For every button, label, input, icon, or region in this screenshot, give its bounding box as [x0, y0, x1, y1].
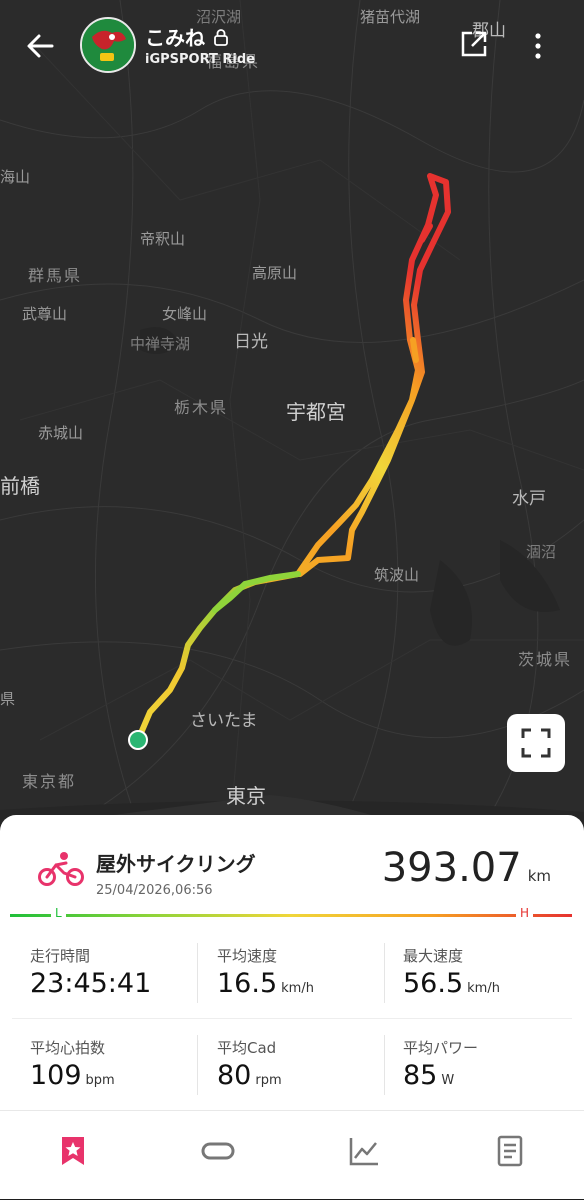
divider: [384, 1035, 385, 1095]
divider: [384, 943, 385, 1003]
stat-avg-cadence: 平均Cad 80 rpm: [217, 1037, 282, 1091]
stat-value: 56.5 km/h: [403, 968, 500, 999]
activity-title: 屋外サイクリング: [96, 852, 256, 876]
place-label: 武尊山: [22, 305, 68, 323]
place-label: 東京都: [22, 772, 77, 791]
divider: [197, 943, 198, 1003]
top-bar: こみね iGPSPORT Ride: [0, 0, 584, 100]
place-label: 海山: [0, 168, 31, 186]
place-label: 高原山: [252, 264, 298, 282]
place-label: 水戸: [512, 489, 546, 509]
share-icon[interactable]: [458, 28, 490, 60]
user-name-row: こみね: [145, 22, 229, 51]
stat-value: 80 rpm: [217, 1060, 282, 1091]
chart-icon[interactable]: [346, 1133, 382, 1169]
activity-summary-sheet: 屋外サイクリング 25/04/2026,06:56 393.07 km L H …: [0, 815, 584, 1199]
place-label: さいたま: [190, 711, 258, 731]
place-label: 県: [0, 690, 16, 708]
legend-gradient-bar: [10, 914, 572, 917]
place-label: 栃木県: [174, 398, 229, 417]
route-icon[interactable]: [200, 1133, 236, 1169]
place-label: 筑波山: [374, 566, 420, 584]
stat-label: 平均パワー: [403, 1039, 479, 1057]
user-subtitle: iGPSPORT Ride: [145, 52, 256, 67]
distance-value: 393.07: [381, 845, 522, 891]
star-badge-icon[interactable]: [55, 1133, 91, 1169]
activity-date: 25/04/2026,06:56: [96, 883, 213, 898]
legend-high-label: H: [516, 906, 534, 920]
stat-label: 平均Cad: [217, 1039, 277, 1057]
lock-icon: [214, 28, 228, 46]
stat-avg-heart-rate: 平均心拍数 109 bpm: [30, 1037, 115, 1091]
place-label: 帝釈山: [140, 230, 186, 248]
bottom-nav: [0, 1110, 584, 1200]
place-label: 前橋: [0, 474, 40, 498]
place-label: 群馬県: [28, 266, 83, 285]
stat-value: 23:45:41: [30, 968, 152, 999]
divider: [197, 1035, 198, 1095]
place-label: 涸沼: [526, 543, 557, 561]
fullscreen-button[interactable]: [507, 714, 565, 772]
avatar[interactable]: [80, 17, 136, 73]
stat-label: 走行時間: [30, 947, 91, 965]
stat-value: 85 W: [403, 1060, 455, 1091]
distance-unit: km: [527, 867, 551, 885]
cycling-icon: [38, 852, 84, 886]
legend-low-label: L: [51, 906, 66, 920]
distance: 393.07 km: [382, 845, 551, 891]
divider: [12, 1018, 572, 1019]
stat-label: 平均心拍数: [30, 1039, 106, 1057]
more-vertical-icon[interactable]: [524, 28, 552, 64]
stat-avg-speed: 平均速度 16.5 km/h: [217, 945, 314, 999]
stat-value: 109 bpm: [30, 1060, 115, 1091]
route-start-marker: [128, 730, 148, 750]
stat-value: 16.5 km/h: [217, 968, 314, 999]
place-label: 東京: [226, 784, 266, 808]
route-map[interactable]: 沼沢湖 猪苗代湖 郡山 福島県 海山 帝釈山 群馬県 高原山 武尊山 女峰山 中…: [0, 0, 584, 830]
stat-label: 最大速度: [403, 947, 464, 965]
stat-label: 平均速度: [217, 947, 278, 965]
user-name: こみね: [145, 26, 205, 50]
stat-avg-power: 平均パワー 85 W: [403, 1037, 478, 1091]
document-icon[interactable]: [492, 1133, 528, 1169]
stat-max-speed: 最大速度 56.5 km/h: [403, 945, 500, 999]
place-label: 茨城県: [518, 650, 573, 669]
place-label: 赤城山: [38, 424, 84, 442]
place-label: 中禅寺湖: [130, 335, 191, 353]
fullscreen-icon: [521, 728, 551, 758]
stat-moving-time: 走行時間 23:45:41: [30, 945, 151, 999]
place-label: 宇都宮: [286, 400, 346, 424]
place-label: 日光: [234, 332, 268, 352]
place-label: 女峰山: [162, 305, 208, 323]
back-arrow-icon[interactable]: [22, 28, 58, 64]
route-color-legend: L H: [10, 906, 572, 922]
